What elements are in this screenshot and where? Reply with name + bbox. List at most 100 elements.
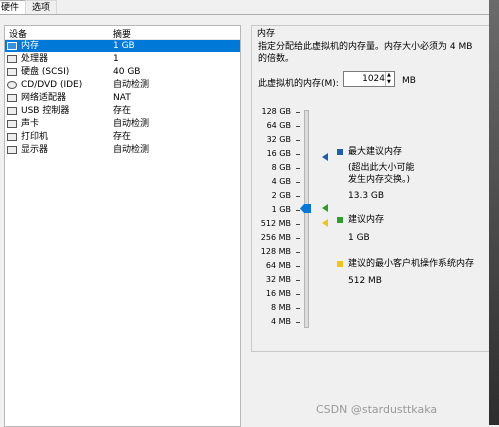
memory-slider-track[interactable] <box>304 110 309 328</box>
scale-tick <box>296 140 300 141</box>
device-summary: 40 GB <box>113 67 141 77</box>
scale-tick <box>296 154 300 155</box>
device-row-display[interactable]: 显示器 自动检测 <box>5 144 240 156</box>
header-summary[interactable]: 摘要 <box>113 27 131 40</box>
scale-label: 128 GB <box>261 107 292 116</box>
scale-label: 32 GB <box>266 135 291 144</box>
stepper-up-icon[interactable]: ▲ <box>387 72 391 78</box>
scale-tick <box>296 224 300 225</box>
printer-icon <box>7 133 17 141</box>
tab-hardware[interactable]: 硬件 <box>0 0 27 15</box>
memory-field-label: 此虚拟机的内存(M): <box>258 79 339 89</box>
device-name: 显示器 <box>21 145 49 155</box>
device-name: 声卡 <box>21 119 40 129</box>
device-summary: 自动检测 <box>113 80 150 90</box>
device-name: 硬盘 (SCSI) <box>21 67 70 77</box>
hard-disk-icon <box>7 68 17 76</box>
device-row-memory[interactable]: 内存 1 GB <box>5 40 240 52</box>
max-recommended-legend-icon <box>337 149 343 155</box>
scale-label: 2 GB <box>271 191 291 200</box>
stepper-buttons: ▲ ▼ <box>385 72 394 86</box>
recommended-value: 1 GB <box>348 233 370 243</box>
scale-label: 64 MB <box>265 261 291 270</box>
device-name: 网络适配器 <box>21 93 67 103</box>
scale-tick <box>296 252 300 253</box>
device-row-hard-disk[interactable]: 硬盘 (SCSI) 40 GB <box>5 66 240 78</box>
device-summary: 1 GB <box>113 41 135 51</box>
device-summary: 存在 <box>113 132 132 142</box>
network-adapter-icon <box>7 94 17 102</box>
scale-tick <box>296 294 300 295</box>
max-recommended-title: 最大建议内存 <box>348 147 403 157</box>
scale-tick <box>296 126 300 127</box>
device-summary: 存在 <box>113 106 132 116</box>
scale-tick <box>296 182 300 183</box>
device-summary: 自动检测 <box>113 145 150 155</box>
device-row-sound-card[interactable]: 声卡 自动检测 <box>5 118 240 130</box>
max-recommended-marker-icon <box>322 153 328 161</box>
min-guest-value: 512 MB <box>348 276 382 286</box>
scale-label: 1 GB <box>271 205 291 214</box>
header-device[interactable]: 设备 <box>9 27 27 40</box>
display-icon <box>7 146 17 154</box>
device-name: CD/DVD (IDE) <box>21 80 83 90</box>
description-line-2: 的倍数。 <box>258 54 295 64</box>
memory-icon <box>7 42 17 50</box>
device-list[interactable]: 设备 摘要 内存 1 GB 处理器 1 硬盘 (SCSI) 40 GB CD/D… <box>4 25 241 427</box>
memory-description: 指定分配给此虚拟机的内存量。内存大小必须为 4 MB 的倍数。 <box>258 41 478 65</box>
memory-slider-thumb[interactable] <box>300 204 311 213</box>
recommended-title: 建议内存 <box>348 215 385 225</box>
memory-size-value[interactable]: 1024 <box>362 74 385 84</box>
scale-tick <box>296 266 300 267</box>
scale-tick <box>296 308 300 309</box>
device-row-usb-controller[interactable]: USB 控制器 存在 <box>5 105 240 117</box>
device-row-processor[interactable]: 处理器 1 <box>5 53 240 65</box>
recommended-marker-icon <box>322 204 328 212</box>
description-line-1: 指定分配给此虚拟机的内存量。内存大小必须为 4 MB <box>258 42 473 52</box>
cd-dvd-icon <box>7 81 17 89</box>
scale-tick <box>296 196 300 197</box>
scale-label: 4 MB <box>270 317 291 326</box>
scale-label: 256 MB <box>260 233 291 242</box>
tab-divider <box>0 14 499 15</box>
scale-label: 16 MB <box>265 289 291 298</box>
min-guest-legend-icon <box>337 261 343 267</box>
device-summary: 自动检测 <box>113 119 150 129</box>
device-name: USB 控制器 <box>21 106 70 116</box>
device-summary: NAT <box>113 93 131 103</box>
scale-tick <box>296 238 300 239</box>
scale-label: 128 MB <box>260 247 291 256</box>
scale-label: 64 GB <box>266 121 291 130</box>
scale-label: 4 GB <box>271 177 291 186</box>
scale-label: 512 MB <box>260 219 291 228</box>
min-guest-title: 建议的最小客户机操作系统内存 <box>348 259 475 269</box>
max-recommended-value: 13.3 GB <box>348 191 385 201</box>
memory-group-title: 内存 <box>255 26 278 39</box>
scale-tick <box>296 168 300 169</box>
scale-label: 8 GB <box>271 163 291 172</box>
tab-bar: 硬件 选项 <box>0 0 499 15</box>
tab-options[interactable]: 选项 <box>25 0 58 15</box>
memory-unit-label: MB <box>402 76 416 86</box>
sound-card-icon <box>7 120 17 128</box>
stepper-down-icon[interactable]: ▼ <box>387 79 391 85</box>
device-list-header: 设备 摘要 <box>5 26 240 40</box>
device-row-printer[interactable]: 打印机 存在 <box>5 131 240 143</box>
device-name: 处理器 <box>21 54 49 64</box>
device-summary: 1 <box>113 54 119 64</box>
recommended-legend-icon <box>337 217 343 223</box>
scale-tick <box>296 280 300 281</box>
device-row-network-adapter[interactable]: 网络适配器 NAT <box>5 92 240 104</box>
scale-label: 8 MB <box>270 303 291 312</box>
device-name: 内存 <box>21 41 40 51</box>
min-guest-marker-icon <box>322 219 328 227</box>
max-recommended-note-2: 发生内存交换。) <box>348 175 411 185</box>
usb-controller-icon <box>7 107 17 115</box>
cpu-icon <box>7 55 17 63</box>
scale-label: 16 GB <box>266 149 291 158</box>
max-recommended-note-1: (超出此大小可能 <box>348 163 415 173</box>
memory-size-stepper[interactable]: 1024 ▲ ▼ <box>343 71 395 87</box>
watermark-text: CSDN @stardusttkaka <box>316 403 438 416</box>
device-row-cd-dvd[interactable]: CD/DVD (IDE) 自动检测 <box>5 79 240 91</box>
device-name: 打印机 <box>21 132 49 142</box>
